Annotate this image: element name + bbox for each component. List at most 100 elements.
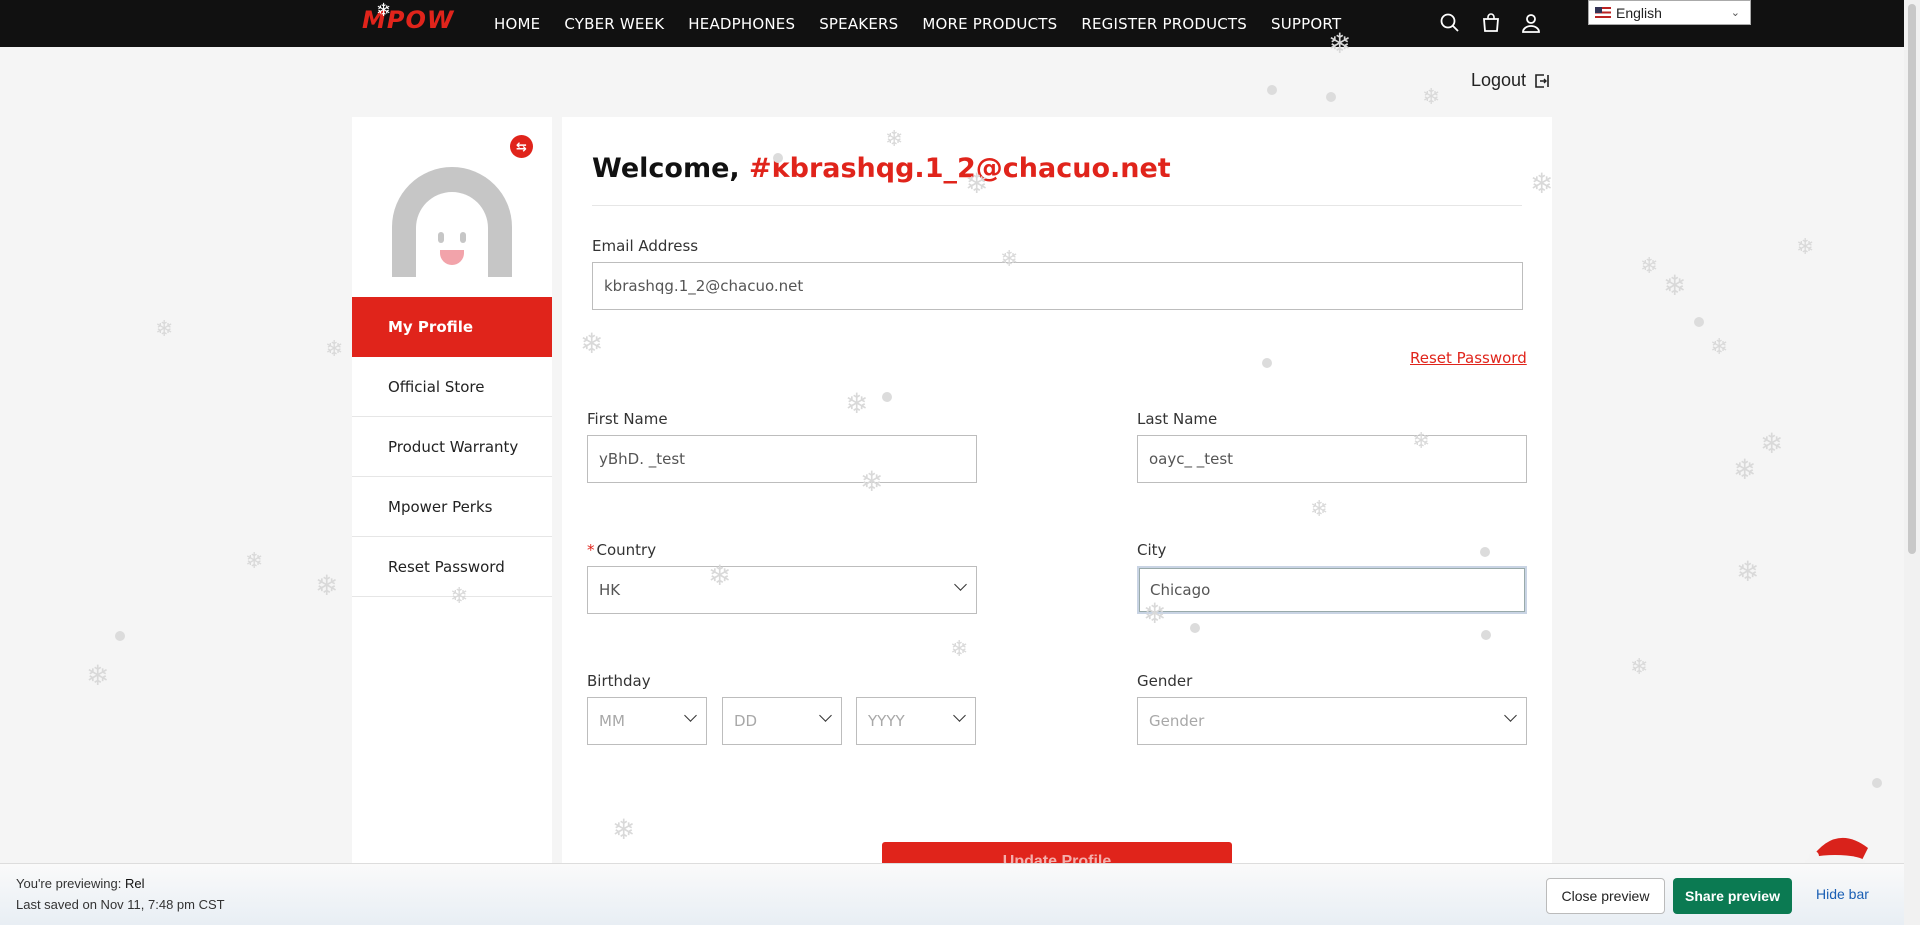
theme-preview-bar: You're previewing: Rel Last saved on Nov… (0, 863, 1904, 925)
snow-dot (1481, 630, 1491, 640)
welcome-name: #kbrashqg.1_2@chacuo.net (749, 153, 1171, 184)
nav-home[interactable]: HOME (494, 15, 540, 33)
reset-password-link[interactable]: Reset Password (1410, 349, 1527, 367)
city-value: Chicago (1150, 581, 1211, 599)
nav-headphones[interactable]: HEADPHONES (688, 15, 795, 33)
language-value: English (1616, 4, 1662, 21)
birthday-day-select[interactable]: DD (722, 697, 842, 745)
us-flag-icon (1595, 7, 1611, 18)
snowflake-icon: ❄ (1710, 334, 1729, 359)
last-saved-text: Last saved on Nov 11, 7:48 pm CST (16, 897, 225, 912)
gender-placeholder: Gender (1149, 712, 1205, 730)
sidebar-menu: My Profile Official Store Product Warran… (352, 297, 552, 597)
snowflake-icon: ❄ (245, 548, 264, 573)
scrollbar-thumb[interactable] (1908, 4, 1916, 554)
chevron-down-icon (684, 709, 697, 722)
first-name-field[interactable]: yBhD. _test (587, 435, 977, 483)
chevron-down-icon (953, 709, 966, 722)
first-name-label: First Name (587, 410, 668, 428)
snow-dot (1326, 92, 1336, 102)
share-preview-button[interactable]: Share preview (1673, 878, 1792, 914)
avatar-eye (460, 232, 466, 243)
chevron-down-icon: ⌄ (1730, 7, 1740, 19)
snowflake-icon: ❄ (376, 0, 393, 21)
page-scrollbar[interactable] (1904, 0, 1920, 925)
logout-icon (1535, 73, 1549, 88)
avatar (392, 167, 512, 277)
nav-more-products[interactable]: MORE PRODUCTS (922, 15, 1057, 33)
nav-speakers[interactable]: SPEAKERS (819, 15, 898, 33)
avatar-face (416, 192, 488, 277)
search-icon[interactable] (1439, 12, 1461, 34)
snowflake-icon: ❄ (1422, 84, 1441, 109)
snowflake-icon: ❄ (1640, 253, 1659, 278)
country-select[interactable]: HK (587, 566, 977, 614)
email-value: kbrashqg.1_2@chacuo.net (604, 277, 804, 295)
email-field[interactable]: kbrashqg.1_2@chacuo.net (592, 262, 1523, 310)
snow-dot (115, 631, 125, 641)
previewing-text: You're previewing: Rel (16, 876, 144, 891)
chevron-down-icon (819, 709, 832, 722)
email-label: Email Address (592, 237, 699, 255)
city-field[interactable]: Chicago (1137, 566, 1527, 614)
logout-button[interactable]: Logout (1471, 70, 1550, 91)
last-name-label: Last Name (1137, 410, 1218, 428)
bag-icon[interactable] (1480, 12, 1502, 34)
snowflake-icon: ❄ (86, 660, 110, 691)
birthday-month-placeholder: MM (599, 712, 625, 730)
snowflake-icon: ❄ (155, 316, 174, 341)
gender-select[interactable]: Gender (1137, 697, 1527, 745)
snowflake-icon: ❄ (1760, 428, 1784, 459)
snow-dot (773, 153, 783, 163)
birthday-month-select[interactable]: MM (587, 697, 707, 745)
swap-avatar-icon[interactable]: ⇆ (510, 135, 533, 158)
first-name-value: yBhD. _test (599, 450, 686, 468)
nav-register-products[interactable]: REGISTER PRODUCTS (1081, 15, 1247, 33)
sidebar-item-my-profile[interactable]: My Profile (352, 297, 552, 357)
snow-dot (1872, 778, 1882, 788)
last-name-field[interactable]: oayc_ _test (1137, 435, 1527, 483)
top-nav-bar: MPOW ❄ HOME CYBER WEEK HEADPHONES SPEAKE… (0, 0, 1904, 47)
country-value: HK (599, 581, 621, 599)
hide-bar-link[interactable]: Hide bar (1816, 886, 1869, 902)
snow-dot (1480, 547, 1490, 557)
previewing-prefix: You're previewing: (16, 876, 125, 891)
birthday-year-select[interactable]: YYYY (856, 697, 976, 745)
snowflake-icon: ❄ (315, 570, 339, 601)
logout-label: Logout (1471, 70, 1527, 90)
language-select[interactable]: English ⌄ (1588, 0, 1751, 25)
sidebar-item-reset-password[interactable]: Reset Password (352, 537, 552, 597)
snowflake-icon: ❄ (325, 336, 344, 361)
snowflake-icon: ❄ (1796, 234, 1815, 259)
snowflake-icon: ❄ (1663, 270, 1687, 301)
snowflake-icon: ❄ (1736, 556, 1760, 587)
city-label: City (1137, 541, 1167, 559)
birthday-label: Birthday (587, 672, 651, 690)
profile-form-card: Welcome, #kbrashqg.1_2@chacuo.net Email … (562, 117, 1552, 882)
avatar-mouth (440, 250, 464, 265)
snowflake-icon: ❄ (1733, 454, 1757, 485)
chevron-down-icon (1504, 709, 1517, 722)
gender-label: Gender (1137, 672, 1193, 690)
country-label: * Country (587, 541, 656, 559)
previewing-name: Rel (124, 876, 145, 891)
main-nav: HOME CYBER WEEK HEADPHONES SPEAKERS MORE… (494, 0, 1365, 47)
snow-dot (882, 392, 892, 402)
snow-dot (1267, 85, 1277, 95)
chevron-down-icon (954, 578, 967, 591)
country-label-text: Country (596, 541, 657, 559)
welcome-prefix: Welcome, (592, 153, 750, 184)
nav-cyber-week[interactable]: CYBER WEEK (564, 15, 664, 33)
sidebar-item-product-warranty[interactable]: Product Warranty (352, 417, 552, 477)
user-icon[interactable] (1520, 12, 1542, 34)
profile-sidebar: ⇆ My Profile Official Store Product Warr… (352, 117, 552, 877)
brand-logo[interactable]: MPOW ❄ (362, 0, 462, 34)
sidebar-item-mpower-perks[interactable]: Mpower Perks (352, 477, 552, 537)
nav-support[interactable]: SUPPORT (1271, 15, 1341, 33)
snowflake-icon: ❄ (1630, 654, 1649, 679)
sidebar-item-official-store[interactable]: Official Store (352, 357, 552, 417)
snow-dot (1190, 623, 1200, 633)
close-preview-button[interactable]: Close preview (1546, 878, 1665, 914)
snow-dot (1262, 358, 1272, 368)
birthday-year-placeholder: YYYY (868, 712, 905, 730)
